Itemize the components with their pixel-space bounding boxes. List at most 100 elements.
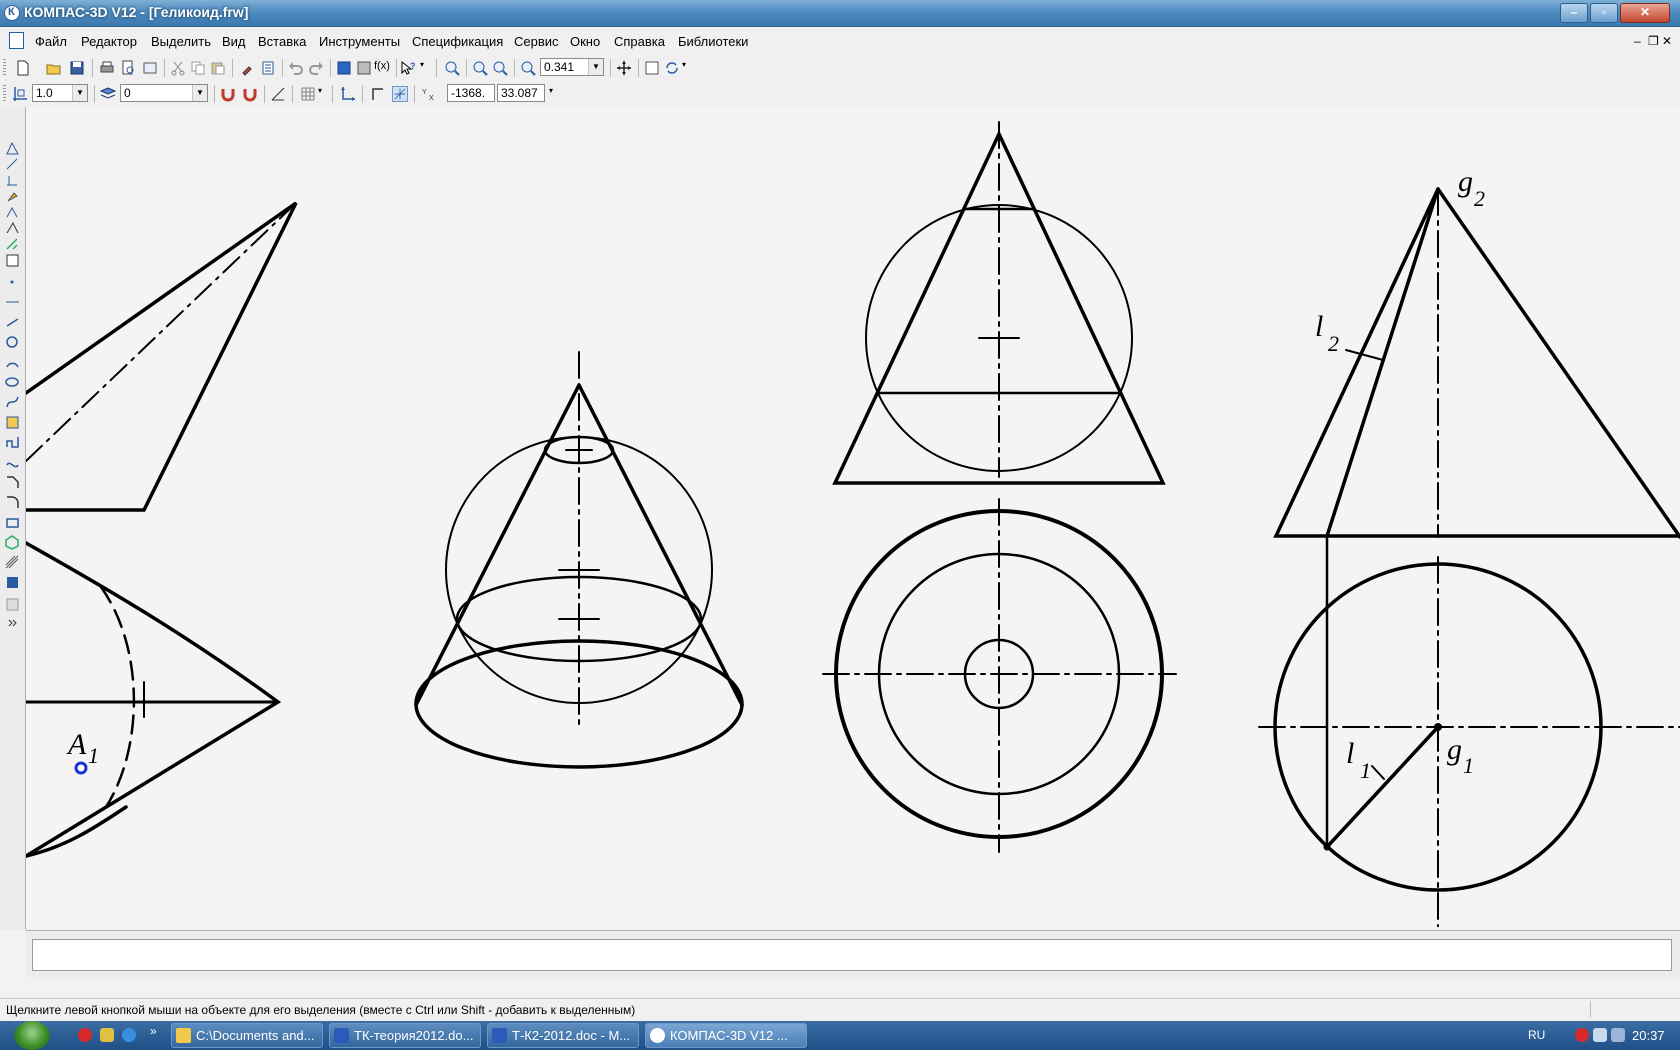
maximize-button[interactable]: ▫ [1590,3,1618,23]
helicoid-front-view[interactable] [1273,187,1680,539]
chevron-down-icon[interactable]: ▼ [588,59,603,75]
menu-help[interactable]: Справка [614,34,665,49]
segment-tool-icon[interactable] [5,315,20,330]
menu-editor[interactable]: Редактор [81,34,137,49]
chamfer-tool-icon[interactable] [5,475,20,490]
snap-toggle-icon[interactable] [392,86,408,102]
taskbar-item-word-2[interactable]: Т-К2-2012.doc - М... [487,1023,639,1048]
save-icon[interactable] [69,60,85,76]
menu-tools[interactable]: Инструменты [319,34,400,49]
symbols-tool-icon[interactable] [5,173,20,188]
toolbar-grip[interactable] [3,59,6,77]
toolbar-overflow-icon[interactable]: ▾ [420,60,436,76]
current-layer-combo[interactable]: 0 ▼ [120,84,208,102]
menu-insert[interactable]: Вставка [258,34,306,49]
polygon-tool-icon[interactable] [5,535,20,550]
doc-restore-button[interactable]: ❐ [1648,34,1659,48]
tray-network-icon[interactable] [1593,1028,1607,1042]
cursor-coords-icon[interactable]: YX [422,86,438,102]
zoom-out-icon[interactable] [492,60,508,76]
drawing-canvas[interactable]: A 1 g 2 l 2 l 1 g 1 [26,107,1680,927]
clock[interactable]: 20:37 [1632,1028,1665,1043]
spline-tool-icon[interactable] [5,395,20,410]
helicoid-top-view[interactable] [1258,534,1680,927]
doc-close-button[interactable]: ✕ [1662,34,1672,48]
internet-explorer-icon[interactable] [122,1028,136,1042]
properties-icon[interactable] [260,60,276,76]
menu-window[interactable]: Окно [570,34,600,49]
copy-icon[interactable] [190,60,206,76]
toolbar-overflow-icon-3[interactable]: ▾ [549,86,565,102]
variables-fx-button[interactable]: f(x) [374,60,396,76]
local-snap-icon[interactable] [242,86,258,102]
menu-libraries[interactable]: Библиотеки [678,34,748,49]
edit-tool-icon[interactable] [5,189,20,204]
measure-tool-icon[interactable] [5,221,20,236]
geometry-tool-icon[interactable] [5,141,20,156]
arc-tool-icon[interactable] [5,355,20,370]
hatch-tool-icon[interactable] [5,415,20,430]
dimensions-tool-icon[interactable] [5,157,20,172]
print-icon[interactable] [99,60,115,76]
menu-service[interactable]: Сервис [514,34,559,49]
cursor-x-field[interactable]: -1368. [447,84,495,102]
print-preview-icon[interactable] [120,60,136,76]
minimize-button[interactable]: – [1560,3,1588,23]
spec-tool-icon[interactable] [5,253,20,268]
parametrization-tool-icon[interactable] [5,205,20,220]
zoom-window-icon[interactable] [444,60,460,76]
rectangle-tool-icon[interactable] [5,515,20,530]
taskbar-item-word-1[interactable]: ТК-теория2012.do... [329,1023,481,1048]
redo-icon[interactable] [308,60,324,76]
ellipse-tool-icon[interactable] [5,375,20,390]
grid-icon[interactable] [300,86,316,102]
chevron-down-icon[interactable]: ▼ [192,85,207,101]
taskbar-item-kompas[interactable]: КОМПАС-3D V12 ... [645,1023,807,1048]
select-tool-icon[interactable] [5,237,20,252]
fill-tool-icon[interactable] [5,575,20,590]
new-document-icon[interactable] [15,60,31,76]
paste-icon[interactable] [210,60,226,76]
menu-select[interactable]: Выделить [151,34,211,49]
toolbar-overflow-icon-2[interactable]: ▾ [682,60,698,76]
cursor-y-field[interactable]: 33.087 [497,84,545,102]
magnet-snap-icon[interactable] [220,86,236,102]
drawing-sheet[interactable]: A 1 g 2 l 2 l 1 g 1 [26,107,1680,927]
more-tools-icon[interactable] [5,615,20,630]
close-button[interactable]: ✕ [1620,3,1670,23]
cone-sphere-view[interactable] [414,351,744,769]
opera-icon[interactable] [78,1028,92,1042]
property-panel-field[interactable] [32,939,1672,971]
zoom-in-icon[interactable] [472,60,488,76]
contour-tool-icon[interactable] [5,597,20,612]
refresh-icon[interactable] [664,60,680,76]
format-brush-icon[interactable] [240,60,256,76]
cone-top-view[interactable] [822,498,1177,853]
title-bar[interactable] [0,0,1680,27]
toolbar-grip-2[interactable] [3,85,6,103]
help-cursor-icon[interactable]: ? [400,60,416,76]
circle-tool-icon[interactable] [5,335,20,350]
pan-icon[interactable] [616,60,632,76]
quicklaunch-more-icon[interactable]: » [150,1024,157,1038]
tree-manager-icon[interactable] [336,60,352,76]
tray-volume-icon[interactable] [1611,1028,1625,1042]
quicklaunch-app-icon[interactable] [100,1028,114,1042]
bezier-tool-icon[interactable] [5,455,20,470]
zoom-level-combo[interactable]: 0.341 ▼ [540,58,604,76]
hatch-lines-icon[interactable] [5,555,20,570]
coordinate-system-icon[interactable] [340,86,356,102]
kompas-app-icon[interactable] [4,5,20,21]
layers-icon[interactable] [100,86,116,102]
auxiliary-line-icon[interactable] [5,295,20,310]
center-point-marker[interactable] [1434,723,1442,731]
language-indicator[interactable]: RU [1528,1028,1545,1042]
cursor-step-combo[interactable]: 1.0 ▼ [32,84,88,102]
cone-front-view[interactable] [832,121,1166,485]
chevron-down-icon[interactable]: ▼ [72,85,87,101]
open-folder-icon[interactable] [46,60,62,76]
zoom-scale-icon[interactable] [520,60,536,76]
cut-icon[interactable] [170,60,186,76]
layers-manager-icon[interactable] [356,60,372,76]
redraw-icon[interactable] [644,60,660,76]
